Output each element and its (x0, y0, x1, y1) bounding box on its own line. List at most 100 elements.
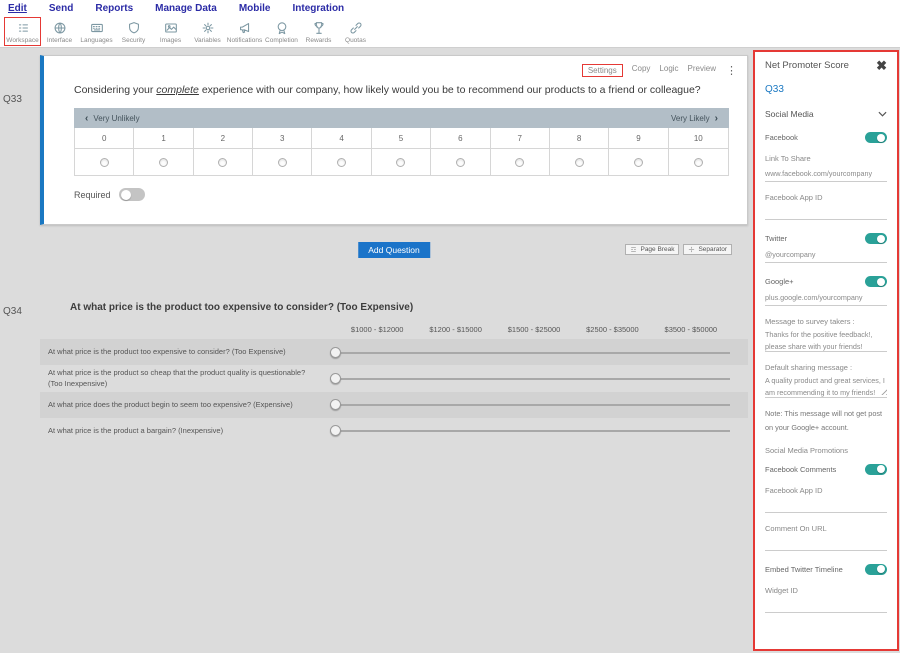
nps-radio[interactable] (278, 158, 287, 167)
menubar: Edit Send Reports Manage Data Mobile Integrat… (0, 0, 900, 16)
price-slider[interactable] (330, 373, 730, 384)
add-question-button[interactable]: Add Question (358, 242, 430, 258)
facebook-comments-toggle[interactable] (865, 464, 887, 475)
scale-left-chevron-icon[interactable]: ‹ (85, 113, 88, 124)
price-slider[interactable] (330, 425, 730, 436)
card-action-buttons: Settings Copy Logic Preview (582, 64, 716, 77)
nps-radio-cell (669, 149, 728, 175)
google-plus-toggle[interactable] (865, 276, 887, 287)
copy-button[interactable]: Copy (632, 64, 651, 77)
menu-item-mobile[interactable]: Mobile (239, 3, 271, 14)
embed-twitter-row: Embed Twitter Timeline (765, 564, 887, 575)
nps-radio-cell (75, 149, 134, 175)
interface-icon (52, 20, 68, 36)
slider-handle[interactable] (330, 373, 341, 384)
facebook-app-id2-input[interactable] (765, 498, 887, 513)
link-to-share-input[interactable] (765, 165, 887, 182)
separator-label: Separator (698, 246, 727, 253)
nps-value-cell: 8 (550, 128, 609, 148)
toolbar-item-notifications[interactable]: Notifications (226, 17, 263, 46)
default-sharing-textarea[interactable]: A quality product and great services, I … (765, 372, 887, 398)
nps-radio[interactable] (100, 158, 109, 167)
toolbar-item-workspace[interactable]: Workspace (4, 17, 41, 46)
slider-handle[interactable] (330, 347, 341, 358)
nps-radio[interactable] (456, 158, 465, 167)
menu-item-send[interactable]: Send (49, 3, 73, 14)
settings-button[interactable]: Settings (582, 64, 623, 77)
nps-value-cell: 10 (669, 128, 728, 148)
toolbar-item-interface[interactable]: Interface (41, 17, 78, 46)
nps-radio[interactable] (159, 158, 168, 167)
q34-row-label: At what price is the product so cheap th… (40, 367, 320, 390)
twitter-toggle[interactable] (865, 233, 887, 244)
nps-value-row: 012345678910 (74, 128, 729, 149)
question-card-q33[interactable]: SettingsCopyLogicPreview ⋮ Considering y… (40, 55, 748, 225)
menu-item-edit[interactable]: Edit (8, 3, 27, 14)
slider-track (330, 404, 730, 406)
question-q34[interactable]: At what price is the product too expensi… (40, 270, 748, 444)
toolbar-item-completion[interactable]: Completion (263, 17, 300, 46)
price-slider[interactable] (330, 399, 730, 410)
twitter-handle-input[interactable] (765, 246, 887, 263)
separator-button[interactable]: Separator (683, 244, 732, 255)
card-actions: Settings Copy Logic Preview ⋮ (582, 64, 737, 77)
nps-radio[interactable] (515, 158, 524, 167)
menu-item-manage-data[interactable]: Manage Data (155, 3, 217, 14)
facebook-toggle[interactable] (865, 132, 887, 143)
toolbar-item-variables[interactable]: Variables (189, 17, 226, 46)
page-break-button[interactable]: Page Break (625, 244, 679, 255)
required-toggle[interactable] (119, 188, 145, 201)
widget-id-label: Widget ID (765, 586, 887, 595)
twitter-row: Twitter (765, 233, 887, 244)
slider-handle[interactable] (330, 425, 341, 436)
nps-value-cell: 1 (134, 128, 193, 148)
nps-radio-row (74, 149, 729, 176)
nps-radio[interactable] (218, 158, 227, 167)
nps-radio[interactable] (575, 158, 584, 167)
toolbar-item-security[interactable]: Security (115, 17, 152, 46)
menu-item-integration[interactable]: Integration (293, 3, 345, 14)
logic-button[interactable]: Logic (659, 64, 678, 77)
nps-radio-cell (609, 149, 668, 175)
page-break-label: Page Break (640, 246, 674, 253)
toolbar-item-label: Notifications (227, 37, 262, 44)
more-options-icon[interactable]: ⋮ (726, 64, 737, 77)
facebook-app-id-input[interactable] (765, 205, 887, 220)
facebook-comments-label: Facebook Comments (765, 465, 836, 474)
menu-item-reports[interactable]: Reports (95, 3, 133, 14)
toolbar-item-label: Interface (47, 37, 72, 44)
price-range-header: $2500 - $35000 (573, 325, 651, 334)
nps-value-cell: 0 (75, 128, 134, 148)
nps-radio[interactable] (634, 158, 643, 167)
widget-id-input[interactable] (765, 598, 887, 613)
main-area: Q33 Q34 SettingsCopyLogicPreview ⋮ Consi… (0, 48, 900, 653)
comment-on-url-input[interactable] (765, 536, 887, 551)
toolbar-item-label: Quotas (345, 37, 366, 44)
preview-button[interactable]: Preview (688, 64, 716, 77)
nps-radio-cell (372, 149, 431, 175)
question-number-q34: Q34 (3, 306, 22, 317)
question-text-emphasis: complete (156, 84, 199, 96)
price-slider[interactable] (330, 347, 730, 358)
panel-header: Net Promoter Score ✖ (765, 60, 887, 71)
nps-value-cell: 5 (372, 128, 431, 148)
close-icon[interactable]: ✖ (876, 61, 887, 71)
scale-right-chevron-icon[interactable]: › (715, 113, 718, 124)
embed-twitter-toggle[interactable] (865, 564, 887, 575)
toolbar-item-images[interactable]: Images (152, 17, 189, 46)
toolbar-item-rewards[interactable]: Rewards (300, 17, 337, 46)
survey-canvas: Q33 Q34 SettingsCopyLogicPreview ⋮ Consi… (0, 48, 753, 653)
slider-handle[interactable] (330, 399, 341, 410)
nps-radio[interactable] (694, 158, 703, 167)
toggle-knob (121, 190, 131, 200)
message-to-takers-textarea[interactable]: Thanks for the positive feedback!, pleas… (765, 326, 887, 352)
google-plus-url-input[interactable] (765, 289, 887, 306)
toolbar-item-quotas[interactable]: Quotas (337, 17, 374, 46)
social-media-dropdown[interactable]: Social Media (765, 109, 887, 119)
toolbar-item-languages[interactable]: Languages (78, 17, 115, 46)
nps-radio[interactable] (396, 158, 405, 167)
separator-icon (688, 246, 695, 253)
nps-radio[interactable] (337, 158, 346, 167)
nps-radio-cell (312, 149, 371, 175)
toolbar-item-label: Rewards (306, 37, 332, 44)
